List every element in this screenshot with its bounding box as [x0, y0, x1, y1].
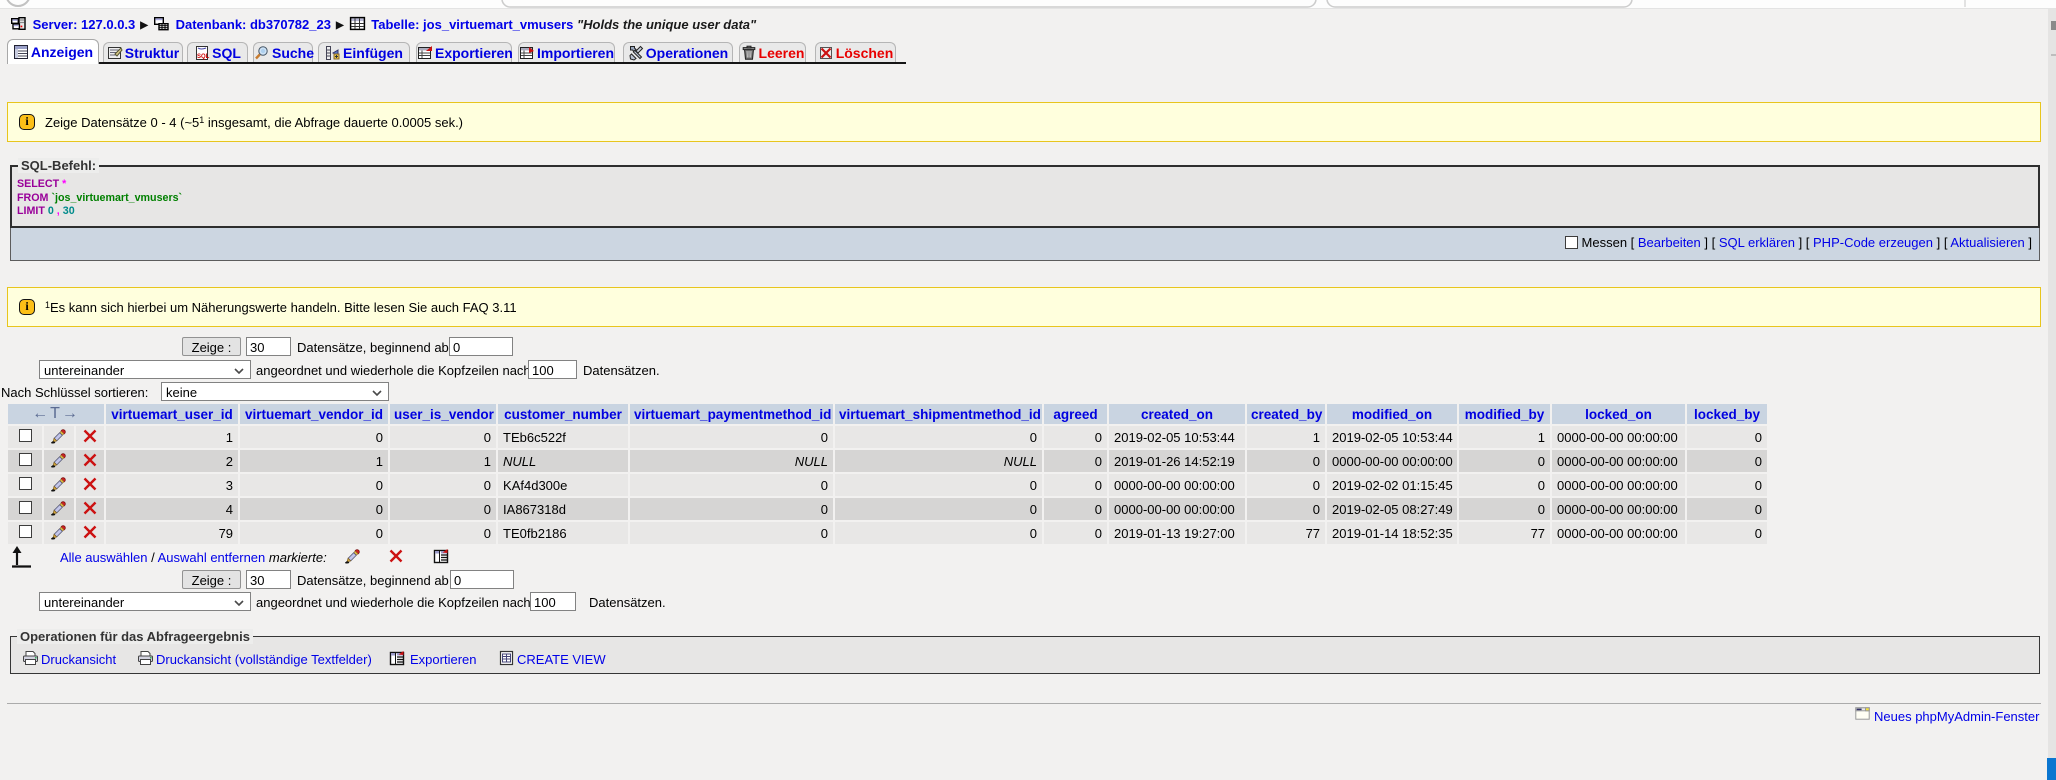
- svg-text:SQL: SQL: [197, 54, 210, 60]
